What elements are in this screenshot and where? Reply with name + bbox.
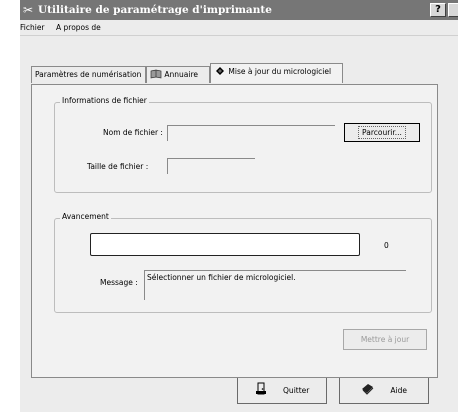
message-label: Message : [100,278,138,287]
filename-label: Nom de fichier : [103,128,163,137]
tab-panel: Informations de fichier Nom de fichier :… [31,84,438,378]
close-button[interactable] [448,3,458,17]
exit-door-icon [255,379,267,404]
message-text: Sélectionner un fichier de micrologiciel… [147,273,296,282]
message-box: Sélectionner un fichier de micrologiciel… [144,270,406,300]
tab-label: Paramètres de numérisation [35,70,142,79]
address-book-icon [150,68,162,83]
browse-button[interactable]: Parcourir... [344,123,420,142]
help-title-button[interactable]: ? [430,3,446,17]
tab-annuaire[interactable]: Annuaire [146,66,210,83]
progress-bar [90,233,360,256]
browse-button-label: Parcourir... [358,126,406,139]
tab-label: Annuaire [164,70,198,79]
progress-value: 0 [384,241,389,250]
help-book-icon [361,379,374,404]
tab-mise-a-jour-micrologiciel[interactable]: Mise à jour du micrologiciel [210,63,343,83]
help-button[interactable]: Aide [339,377,429,404]
quit-button[interactable]: Quitter [237,377,327,404]
progress-legend: Avancement [60,212,111,222]
tab-label: Mise à jour du micrologiciel [228,67,332,76]
firmware-chip-icon [214,65,226,80]
filesize-label: Taille de fichier : [87,162,149,171]
quit-button-label: Quitter [283,386,310,395]
update-firmware-button[interactable]: Mettre à jour [343,329,427,350]
window-title: Utilitaire de paramétrage d'imprimante [38,4,272,16]
filesize-field [167,158,255,174]
menu-a-propos[interactable]: A propos de [56,22,101,33]
printer-utility-icon: ✂ [23,3,34,17]
file-info-group [54,102,432,193]
help-button-label: Aide [390,386,407,395]
file-info-legend: Informations de fichier [60,96,149,106]
tab-parametres-numerisation[interactable]: Paramètres de numérisation [31,66,146,83]
filename-field[interactable] [167,125,335,141]
menu-fichier[interactable]: Fichier [20,22,45,33]
